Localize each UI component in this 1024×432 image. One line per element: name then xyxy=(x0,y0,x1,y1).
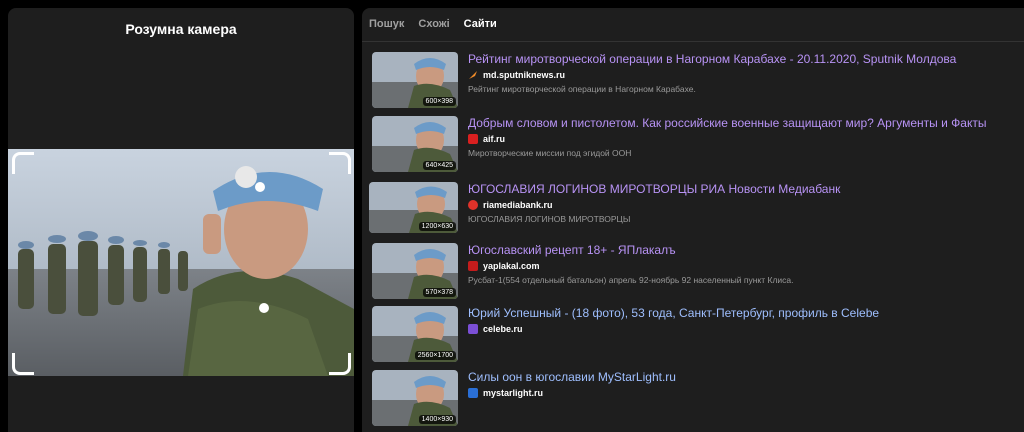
result-title-link[interactable]: Добрым словом и пистолетом. Как российск… xyxy=(468,116,986,130)
yaplakal-icon xyxy=(468,261,478,271)
result-title-link[interactable]: Югославский рецепт 18+ - ЯПлакалъ xyxy=(468,243,676,257)
result-site[interactable]: riamediabank.ru xyxy=(468,200,553,210)
result-title-link[interactable]: ЮГОСЛАВИЯ ЛОГИНОВ МИРОТВОРЦЫ РИА Новости… xyxy=(468,182,840,196)
result-title-link[interactable]: Юрий Успешный - (18 фото), 53 года, Санк… xyxy=(468,306,879,320)
crop-corner-top-right[interactable] xyxy=(329,152,351,174)
mystarlight-icon xyxy=(468,388,478,398)
tab-sites[interactable]: Сайти xyxy=(464,18,504,30)
list-item: 570×378 Югославский рецепт 18+ - ЯПлакал… xyxy=(362,243,1024,303)
result-thumbnail[interactable]: 2560×1700 xyxy=(372,306,458,362)
result-site-name: mystarlight.ru xyxy=(483,388,544,398)
image-size-badge: 1400×930 xyxy=(418,415,456,424)
tab-bar: Пошук Схожі Сайти xyxy=(369,18,511,30)
image-size-badge: 640×425 xyxy=(422,161,456,170)
list-item: 1400×930 Силы оон в югославии MyStarLigh… xyxy=(362,370,1024,430)
list-item: 1200×630 ЮГОСЛАВИЯ ЛОГИНОВ МИРОТВОРЦЫ РИ… xyxy=(362,182,1024,242)
query-image[interactable] xyxy=(8,149,354,376)
result-site-name: riamediabank.ru xyxy=(483,200,553,210)
result-description: Русбат-1(554 отдельный батальон) апрель … xyxy=(468,275,794,285)
panel-title: Розумна камера xyxy=(125,21,237,37)
result-site-name: yaplakal.com xyxy=(483,261,540,271)
result-site[interactable]: md.sputniknews.ru xyxy=(468,70,565,80)
image-size-badge: 600×398 xyxy=(422,97,456,106)
result-site-name: md.sputniknews.ru xyxy=(483,70,566,80)
image-size-badge: 570×378 xyxy=(422,288,456,297)
tab-similar[interactable]: Схожі xyxy=(418,18,456,30)
result-description: Миротворческие миссии под эгидой ООН xyxy=(468,148,632,158)
list-item: 640×425 Добрым словом и пистолетом. Как … xyxy=(362,116,1024,176)
object-marker[interactable] xyxy=(255,182,265,192)
result-description: ЮГОСЛАВИЯ ЛОГИНОВ МИРОТВОРЦЫ xyxy=(468,214,631,224)
result-site[interactable]: yaplakal.com xyxy=(468,261,540,271)
smart-camera-panel: Розумна камера xyxy=(8,8,354,432)
result-thumbnail[interactable]: 1400×930 xyxy=(372,370,458,426)
result-thumbnail[interactable]: 570×378 xyxy=(372,243,458,299)
tab-divider xyxy=(362,41,1024,42)
list-item: 600×398 Рейтинг миротворческой операции … xyxy=(362,52,1024,112)
crop-corner-bottom-right[interactable] xyxy=(329,353,351,375)
result-site[interactable]: aif.ru xyxy=(468,134,505,144)
aif-icon xyxy=(468,134,478,144)
tab-search[interactable]: Пошук xyxy=(369,18,411,30)
result-thumbnail[interactable]: 1200×630 xyxy=(369,182,458,233)
sputnik-icon xyxy=(468,70,478,80)
result-site-name: celebe.ru xyxy=(483,324,523,334)
image-size-badge: 1200×630 xyxy=(418,222,456,231)
result-title-link[interactable]: Силы оон в югославии MyStarLight.ru xyxy=(468,370,676,384)
results-panel: Пошук Схожі Сайти 600×398 Рейтинг миротв… xyxy=(362,8,1024,432)
image-size-badge: 2560×1700 xyxy=(414,351,456,360)
crop-corner-bottom-left[interactable] xyxy=(12,353,34,375)
object-marker[interactable] xyxy=(259,303,269,313)
result-site-name: aif.ru xyxy=(483,134,506,144)
result-title-link[interactable]: Рейтинг миротворческой операции в Нагорн… xyxy=(468,52,956,66)
list-item: 2560×1700 Юрий Успешный - (18 фото), 53 … xyxy=(362,306,1024,366)
result-thumbnail[interactable]: 640×425 xyxy=(372,116,458,172)
result-thumbnail[interactable]: 600×398 xyxy=(372,52,458,108)
result-description: Рейтинг миротворческой операции в Нагорн… xyxy=(468,84,696,94)
result-site[interactable]: mystarlight.ru xyxy=(468,388,543,398)
ria-icon xyxy=(468,200,478,210)
crop-corner-top-left[interactable] xyxy=(12,152,34,174)
result-site[interactable]: celebe.ru xyxy=(468,324,523,334)
celebe-icon xyxy=(468,324,478,334)
